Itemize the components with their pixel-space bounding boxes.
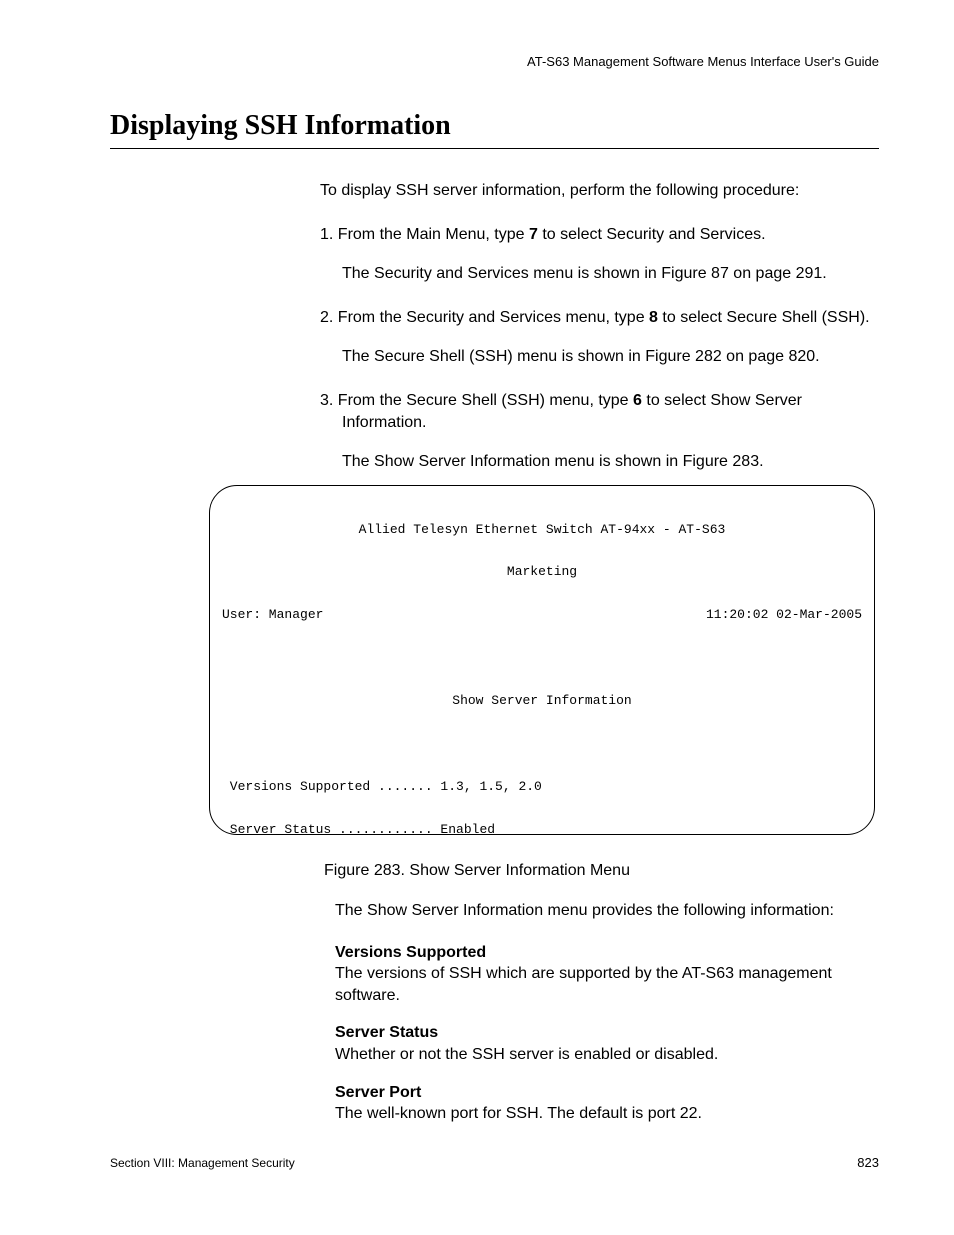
page-title: Displaying SSH Information: [110, 110, 879, 149]
terminal-blank: [222, 737, 862, 751]
terminal-row: Server Status ............ Enabled: [222, 823, 862, 835]
footer-page-number: 823: [857, 1155, 879, 1170]
step-2: 2. From the Security and Services menu, …: [320, 307, 879, 368]
footer-section: Section VIII: Management Security: [110, 1156, 295, 1170]
step-follow: The Show Server Information menu is show…: [342, 451, 879, 473]
step-number: 2.: [320, 309, 333, 326]
intro-text: To display SSH server information, perfo…: [320, 180, 879, 202]
def-term: Versions Supported: [335, 942, 879, 964]
def-term: Server Status: [335, 1022, 879, 1044]
step-number: 1.: [320, 226, 333, 243]
body-column: To display SSH server information, perfo…: [320, 180, 879, 495]
def-desc: The versions of SSH which are supported …: [335, 963, 879, 1006]
terminal-header-2: Marketing: [222, 565, 862, 579]
terminal-user: User: Manager: [222, 608, 323, 622]
terminal-box: Allied Telesyn Ethernet Switch AT-94xx -…: [209, 485, 875, 835]
doc-header-right: AT-S63 Management Software Menus Interfa…: [527, 54, 879, 69]
after-figure-block: The Show Server Information menu provide…: [335, 900, 879, 1125]
figure-caption: Figure 283. Show Server Information Menu: [0, 862, 954, 880]
def-desc: The well-known port for SSH. The default…: [335, 1103, 879, 1125]
terminal-title: Show Server Information: [222, 694, 862, 708]
terminal-timestamp: 11:20:02 02-Mar-2005: [706, 608, 862, 622]
def-term: Server Port: [335, 1082, 879, 1104]
step-bold: 7: [529, 226, 538, 243]
after-intro: The Show Server Information menu provide…: [335, 900, 879, 922]
step-3: 3. From the Secure Shell (SSH) menu, typ…: [320, 390, 879, 473]
step-1: 1. From the Main Menu, type 7 to select …: [320, 224, 879, 285]
step-bold: 8: [649, 309, 658, 326]
step-number: 3.: [320, 392, 333, 409]
step-text-pre: From the Secure Shell (SSH) menu, type: [338, 392, 633, 409]
terminal-row: Versions Supported ....... 1.3, 1.5, 2.0: [222, 780, 862, 794]
step-bold: 6: [633, 392, 642, 409]
step-follow: The Secure Shell (SSH) menu is shown in …: [342, 346, 879, 368]
terminal-header-1: Allied Telesyn Ethernet Switch AT-94xx -…: [222, 523, 862, 537]
step-text-post: to select Security and Services.: [538, 226, 766, 243]
step-text-pre: From the Main Menu, type: [338, 226, 529, 243]
step-follow: The Security and Services menu is shown …: [342, 263, 879, 285]
step-text-pre: From the Security and Services menu, typ…: [338, 309, 649, 326]
step-text-post: to select Secure Shell (SSH).: [658, 309, 870, 326]
terminal-blank: [222, 651, 862, 665]
def-desc: Whether or not the SSH server is enabled…: [335, 1044, 879, 1066]
terminal-user-row: User: Manager 11:20:02 02-Mar-2005: [222, 608, 862, 622]
